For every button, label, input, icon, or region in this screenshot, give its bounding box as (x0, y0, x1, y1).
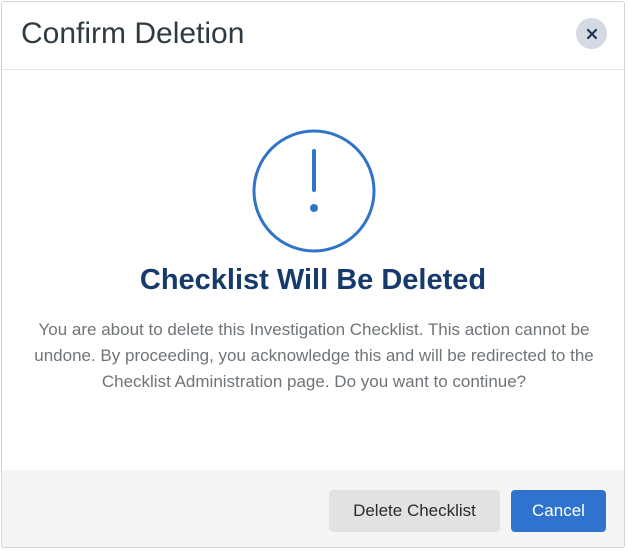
delete-checklist-button[interactable]: Delete Checklist (329, 490, 500, 532)
dialog-footer: Delete Checklist Cancel (2, 470, 624, 547)
confirm-deletion-dialog: Confirm Deletion Checklist Will Be Delet… (1, 1, 625, 548)
warning-heading: Checklist Will Be Deleted (139, 264, 487, 296)
warning-message: You are about to delete this Investigati… (34, 320, 594, 391)
close-icon (586, 28, 598, 40)
exclamation-circle-icon (252, 129, 376, 253)
dialog-title: Confirm Deletion (21, 17, 245, 50)
close-button[interactable] (576, 18, 607, 49)
dialog-header: Confirm Deletion (2, 2, 624, 70)
cancel-button[interactable]: Cancel (511, 490, 606, 532)
dialog-body: Checklist Will Be Deleted You are about … (2, 70, 624, 470)
